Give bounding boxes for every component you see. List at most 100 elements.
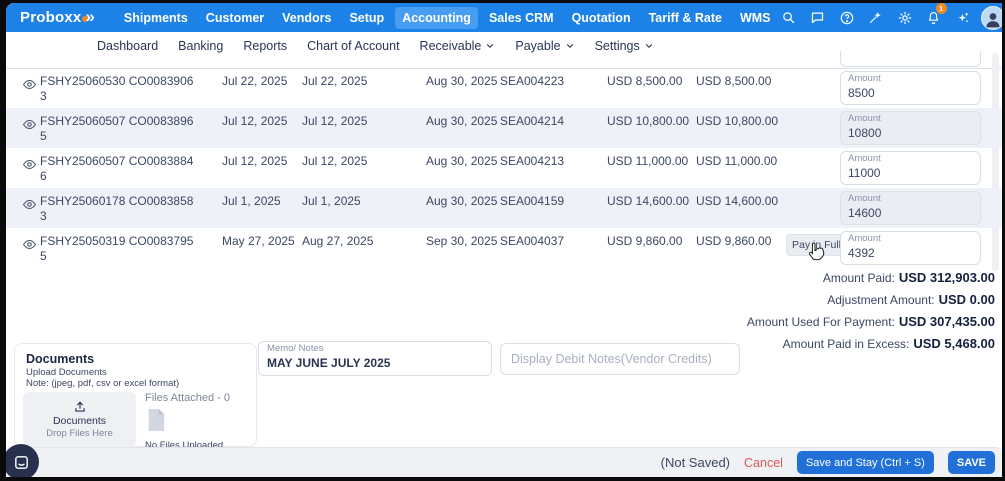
balance-amount: USD 8,500.00 — [696, 74, 786, 88]
subnav-item-chart-of-account[interactable]: Chart of Account — [307, 39, 399, 53]
invoice-date: Jul 12, 2025 — [222, 154, 300, 168]
navbar-actions: 1 Alex Dover — [778, 6, 1002, 30]
summary-amount-paid: Amount Paid:USD 312,903.00 — [747, 269, 995, 287]
proboxx-logo[interactable]: Proboxx » — [20, 9, 95, 26]
summary-label: Adjustment Amount: — [827, 293, 934, 307]
documents-note: Note: (jpeg, pdf, csv or excel format) — [26, 378, 256, 389]
view-invoice-eye-icon[interactable] — [6, 154, 39, 177]
wand-icon[interactable] — [865, 7, 887, 29]
subnav-label: Banking — [178, 39, 223, 53]
posting-date: Jul 22, 2025 — [302, 74, 398, 88]
balance-amount: USD 9,860.00 — [696, 234, 786, 248]
logo-text: Proboxx — [20, 9, 81, 26]
help-icon[interactable] — [836, 7, 858, 29]
bell-icon[interactable]: 1 — [923, 7, 945, 29]
amount-field[interactable]: Amount — [840, 151, 981, 185]
save-button[interactable]: SAVE — [948, 451, 995, 474]
subnav-label: Dashboard — [97, 39, 158, 53]
chat-launcher-icon[interactable] — [6, 444, 39, 477]
documents-card: Documents Upload Documents Note: (jpeg, … — [14, 343, 257, 447]
documents-title: Documents — [26, 352, 256, 366]
invoice-amount: USD 8,500.00 — [607, 74, 696, 88]
view-invoice-eye-icon[interactable] — [6, 114, 39, 137]
chevron-down-icon — [644, 41, 654, 51]
shipment-ref: SEA004223 — [500, 74, 601, 88]
view-invoice-eye-icon[interactable] — [6, 74, 39, 97]
amount-input[interactable] — [848, 166, 973, 180]
memo-input[interactable] — [267, 356, 483, 370]
invoice-date: Jul 1, 2025 — [222, 194, 300, 208]
search-icon[interactable] — [778, 7, 800, 29]
amount-input[interactable] — [848, 246, 973, 260]
table-row: FSHY25060178 CO00838583 Jul 1, 2025 Jul … — [6, 188, 1002, 228]
invoice-ref: FSHY25060507 CO00838846 — [39, 154, 198, 184]
nav-item-sales-crm[interactable]: Sales CRM — [482, 7, 561, 29]
invoice-date: Jul 22, 2025 — [222, 74, 300, 88]
subnav-item-payable[interactable]: Payable — [515, 39, 574, 53]
amount-field[interactable]: Amount — [840, 191, 981, 225]
balance-amount: USD 11,000.00 — [696, 154, 786, 168]
amount-field[interactable]: Amount — [840, 71, 981, 105]
table-row: FSHY25050319 CO00837955 May 27, 2025 Aug… — [6, 228, 1002, 268]
summary-value: USD 312,903.00 — [899, 270, 995, 285]
user-avatar[interactable] — [981, 6, 1002, 30]
amount-input[interactable] — [848, 126, 973, 140]
amount-field[interactable]: Amount — [840, 231, 981, 265]
summary-value: USD 5,468.00 — [913, 336, 995, 351]
invoice-date: May 27, 2025 — [222, 234, 300, 248]
invoice-ref: FSHY25050319 CO00837955 — [39, 234, 198, 264]
nav-item-setup[interactable]: Setup — [342, 7, 391, 29]
cancel-button[interactable]: Cancel — [744, 456, 783, 470]
table-row: FSHY25060530 CO00839063 Jul 22, 2025 Jul… — [6, 68, 1002, 108]
save-and-stay-button[interactable]: Save and Stay (Ctrl + S) — [797, 451, 934, 474]
view-invoice-eye-icon[interactable] — [6, 194, 39, 217]
nav-item-customer[interactable]: Customer — [199, 7, 271, 29]
posting-date: Aug 27, 2025 — [302, 234, 398, 248]
documents-subtitle: Upload Documents — [26, 367, 256, 378]
nav-item-accounting[interactable]: Accounting — [395, 7, 478, 29]
table-row: FSHY25060507 CO00838965 Jul 12, 2025 Jul… — [6, 108, 1002, 148]
invoice-amount: USD 11,000.00 — [607, 154, 696, 168]
main-nav: Shipments Customer Vendors Setup Account… — [117, 7, 778, 29]
amount-input[interactable] — [848, 86, 973, 100]
invoice-amount: USD 10,800.00 — [607, 114, 696, 128]
nav-item-tariff-rate[interactable]: Tariff & Rate — [642, 7, 729, 29]
nav-item-wms[interactable]: WMS — [733, 7, 778, 29]
nav-item-quotation[interactable]: Quotation — [565, 7, 638, 29]
amount-field-partial[interactable] — [840, 51, 981, 67]
subnav-label: Chart of Account — [307, 39, 399, 53]
amount-field-label: Amount — [848, 154, 973, 164]
summary-adjustment-amount: Adjustment Amount:USD 0.00 — [747, 291, 995, 309]
upload-dropzone[interactable]: Documents Drop Files Here — [23, 392, 136, 447]
nav-item-vendors[interactable]: Vendors — [275, 7, 338, 29]
due-date: Sep 30, 2025 — [426, 234, 500, 248]
amount-field[interactable]: Amount — [840, 111, 981, 145]
view-invoice-eye-icon[interactable] — [6, 234, 39, 257]
memo-notes-field[interactable]: Memo/ Notes — [258, 341, 492, 376]
subnav-item-dashboard[interactable]: Dashboard — [97, 39, 158, 53]
invoice-ref: FSHY25060178 CO00838583 — [39, 194, 198, 224]
subnav-item-settings[interactable]: Settings — [595, 39, 654, 53]
sparkles-icon[interactable] — [952, 7, 974, 29]
subnav-item-banking[interactable]: Banking — [178, 39, 223, 53]
subnav-label: Settings — [595, 39, 640, 53]
amount-field-label: Amount — [848, 114, 973, 124]
invoice-ref: FSHY25060507 CO00838965 — [39, 114, 198, 144]
summary-label: Amount Used For Payment: — [747, 315, 895, 329]
amount-input[interactable] — [848, 206, 973, 220]
balance-amount: USD 14,600.00 — [696, 194, 786, 208]
subnav-item-reports[interactable]: Reports — [243, 39, 287, 53]
dropzone-hint: Drop Files Here — [46, 428, 113, 439]
nav-item-shipments[interactable]: Shipments — [117, 7, 195, 29]
shipment-ref: SEA004037 — [500, 234, 601, 248]
app-window: Proboxx » Shipments Customer Vendors Set… — [6, 3, 1002, 477]
debit-notes-input[interactable] — [500, 343, 740, 375]
invoice-amount: USD 9,860.00 — [607, 234, 696, 248]
posting-date: Jul 12, 2025 — [302, 154, 398, 168]
subnav-item-receivable[interactable]: Receivable — [420, 39, 496, 53]
top-navbar: Proboxx » Shipments Customer Vendors Set… — [6, 3, 1002, 32]
pay-in-full-button[interactable]: Pay in Full — [786, 234, 847, 256]
gear-icon[interactable] — [894, 7, 916, 29]
chat-icon[interactable] — [807, 7, 829, 29]
payment-summary: Amount Paid:USD 312,903.00 Adjustment Am… — [747, 269, 995, 357]
